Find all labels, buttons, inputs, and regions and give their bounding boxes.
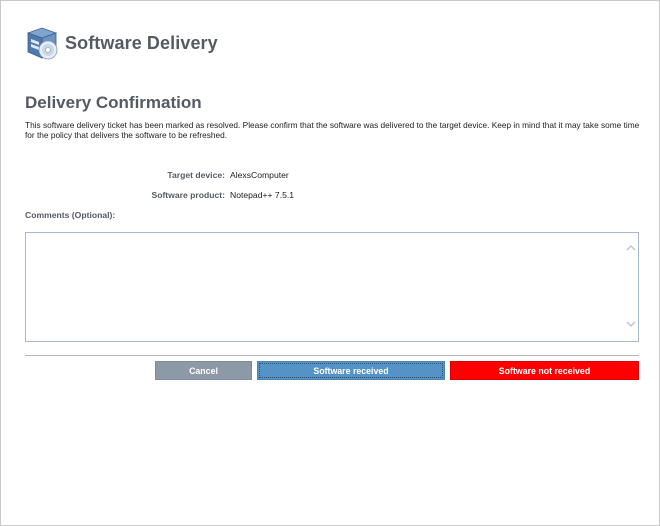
software-received-button[interactable]: Software received <box>257 361 445 380</box>
target-device-value: AlexsComputer <box>230 170 289 180</box>
page-title: Delivery Confirmation <box>25 93 202 112</box>
dialog-frame: Software Delivery Delivery Confirmation … <box>0 0 660 526</box>
target-device-row: Target device: AlexsComputer <box>1 170 660 182</box>
comments-scrollbar[interactable] <box>624 233 638 341</box>
comments-label: Comments (Optional): <box>25 210 116 220</box>
app-header: Software Delivery <box>25 25 218 61</box>
divider <box>25 355 639 356</box>
chevron-up-icon[interactable] <box>624 241 638 255</box>
comments-textarea[interactable] <box>26 233 624 341</box>
comments-box <box>25 232 639 342</box>
software-product-row: Software product: Notepad++ 7.5.1 <box>1 190 660 202</box>
cancel-button[interactable]: Cancel <box>155 361 252 380</box>
target-device-label: Target device: <box>167 170 225 180</box>
app-title: Software Delivery <box>65 32 218 53</box>
software-package-icon <box>26 27 58 60</box>
chevron-down-icon[interactable] <box>624 317 638 331</box>
software-product-value: Notepad++ 7.5.1 <box>230 190 295 200</box>
software-not-received-button[interactable]: Software not received <box>450 361 639 380</box>
software-product-label: Software product: <box>151 190 225 200</box>
description-text: This software delivery ticket has been m… <box>25 120 640 140</box>
